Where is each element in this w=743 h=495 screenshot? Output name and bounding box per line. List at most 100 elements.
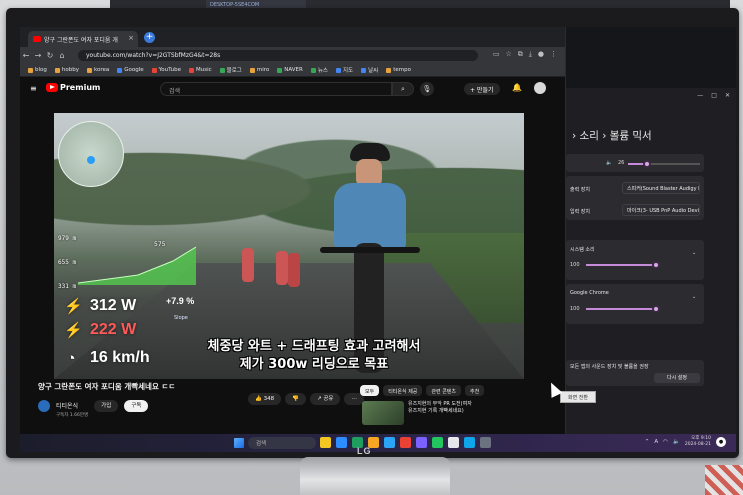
app-icon[interactable]: [432, 437, 443, 448]
bookmark-item[interactable]: YouTube: [151, 67, 181, 73]
chip-recommended[interactable]: 추천: [465, 385, 485, 396]
power-metric: ⚡ 312 W: [64, 297, 137, 315]
back-icon[interactable]: ←: [20, 51, 32, 60]
taskbar-search-input[interactable]: 검색: [248, 437, 316, 449]
tab-youtube[interactable]: 양구 그란폰도 여자 포디움 개 ×: [28, 31, 138, 47]
bookmark-item[interactable]: 블로그: [219, 66, 242, 74]
app-icon[interactable]: [448, 437, 459, 448]
chrome-icon[interactable]: [400, 437, 411, 448]
like-button[interactable]: 👍 348: [248, 393, 282, 405]
chevron-down-icon[interactable]: ⌄: [692, 250, 696, 256]
input-device-select[interactable]: 마이크(3- USB PnP Audio Device): [622, 204, 700, 216]
bookmark-item[interactable]: Music: [189, 67, 212, 73]
language-icon[interactable]: A: [654, 439, 658, 445]
notification-bell-icon[interactable]: 🔔: [512, 83, 522, 92]
cast-icon[interactable]: ▭: [493, 50, 500, 59]
reload-icon[interactable]: ↻: [44, 51, 56, 60]
microphone-icon[interactable]: 🎙: [420, 82, 434, 96]
video-player[interactable]: 979 m 655 m 331 m 575 ⚡ 312 W ⚡ 222 W ◔ …: [54, 113, 524, 379]
settings-icon[interactable]: [480, 437, 491, 448]
system-sounds-slider[interactable]: [586, 261, 660, 269]
app-icon[interactable]: [464, 437, 475, 448]
tooltip: 화면 전환: [560, 391, 596, 403]
slider-knob[interactable]: [652, 305, 660, 313]
bookmark-item[interactable]: 날씨: [361, 66, 378, 74]
speedometer-icon: ◔: [66, 349, 76, 367]
slider-knob[interactable]: [642, 160, 651, 168]
bookmark-item[interactable]: hobby: [54, 67, 79, 73]
youtube-logo[interactable]: Premium: [46, 83, 100, 92]
video-thumbnail[interactable]: [362, 401, 404, 425]
bookmark-item[interactable]: blog: [28, 67, 47, 73]
elevation-label: 979 m: [58, 235, 77, 242]
dislike-button[interactable]: 👎: [285, 393, 306, 405]
google-icon: [117, 67, 123, 73]
recommendation-chips: 모두 티티온식 제공 관련 콘텐츠 추천: [360, 385, 485, 396]
maximize-icon[interactable]: □: [711, 92, 717, 99]
start-button-icon[interactable]: [234, 438, 244, 448]
bookmark-item[interactable]: Google: [117, 67, 144, 73]
bookmark-item[interactable]: miro: [249, 67, 269, 73]
bookmark-item[interactable]: 지도: [335, 66, 353, 74]
profile-icon[interactable]: ●: [538, 50, 544, 59]
bookmarks-bar: blog hobby korea Google YouTube Music 블로…: [20, 64, 565, 77]
close-icon[interactable]: ✕: [725, 92, 730, 99]
channel-avatar[interactable]: [38, 399, 50, 412]
reset-button[interactable]: 다시 설정: [654, 373, 700, 383]
new-tab-button[interactable]: +: [144, 32, 155, 43]
search-button[interactable]: ⌕: [392, 82, 414, 96]
notification-icon[interactable]: ●: [716, 437, 726, 447]
star-icon[interactable]: ☆: [506, 50, 512, 59]
chip-all[interactable]: 모두: [360, 385, 380, 396]
channel-row: 티티온식 구독자 1.66만명 가입 구독: [38, 393, 149, 418]
app-icon[interactable]: [336, 437, 347, 448]
app-icon[interactable]: [320, 437, 331, 448]
forward-icon[interactable]: →: [32, 51, 44, 60]
chevron-up-icon[interactable]: ⌃: [645, 439, 650, 445]
home-icon[interactable]: ⌂: [56, 51, 68, 60]
search-input[interactable]: 검색: [160, 82, 392, 96]
master-volume-row: 🔈 26: [566, 154, 704, 172]
tab-bar: 양구 그란폰도 여자 포디움 개 × +: [20, 27, 565, 47]
menu-icon[interactable]: ⋮: [550, 50, 557, 59]
url-input[interactable]: youtube.com/watch?v=J2GTSbfMzG4&t=28s: [78, 50, 478, 61]
download-icon[interactable]: ⤓: [529, 50, 532, 59]
edge-icon[interactable]: [384, 437, 395, 448]
avatar[interactable]: [534, 82, 546, 94]
chip-channel[interactable]: 티티온식 제공: [383, 385, 423, 396]
folder-icon: [28, 67, 33, 73]
map-icon: [335, 67, 341, 73]
bookmark-item[interactable]: 뉴스: [310, 66, 328, 74]
close-tab-icon[interactable]: ×: [128, 34, 134, 42]
channel-name[interactable]: 티티온식: [56, 403, 78, 410]
bookmark-item[interactable]: NAVER: [277, 67, 303, 73]
chip-related[interactable]: 관련 콘텐츠: [426, 385, 461, 396]
route-map: [58, 121, 124, 187]
output-device-select[interactable]: 스피커(Sound Blaster Audigy Fx): [622, 182, 700, 194]
chrome-volume-slider[interactable]: [586, 305, 660, 313]
position-marker-icon: [87, 156, 95, 164]
bookmark-item[interactable]: tempo: [386, 67, 411, 73]
caption-line: 제가 300w 리딩으로 목표: [239, 357, 389, 372]
output-label: 출력 장치: [570, 187, 590, 193]
volume-mixer-window: — □ ✕ › 소리 › 볼륨 믹서 🔈 26 출력 장치 스피커(Sound …: [566, 88, 736, 436]
chevron-down-icon[interactable]: ⌄: [692, 294, 696, 300]
speed-metric: ◔ 16 km/h: [64, 349, 149, 367]
suggested-video[interactable]: 유즈지현의 부악 PR 도전(여자 유즈지현 기록 개빡세네요): [362, 401, 542, 427]
clock[interactable]: 오후 9:10 2024-08-21: [685, 436, 711, 448]
subscribe-button[interactable]: 구독: [124, 399, 149, 412]
lightning-icon: ⚡: [64, 322, 83, 339]
slider-knob[interactable]: [652, 261, 660, 269]
create-button[interactable]: + 만들기: [464, 83, 500, 95]
master-volume-slider[interactable]: [628, 160, 700, 168]
share-button[interactable]: ↗ 공유: [309, 393, 341, 405]
wifi-icon[interactable]: ◠: [663, 439, 668, 445]
bookmark-item[interactable]: korea: [86, 67, 109, 73]
volume-icon[interactable]: 🔈: [673, 439, 680, 445]
minimize-icon[interactable]: —: [697, 92, 703, 99]
chrome-volume-row: Google Chrome 100 ⌄: [566, 284, 704, 324]
join-button[interactable]: 가입: [94, 399, 119, 412]
hamburger-menu-icon[interactable]: ≡: [30, 84, 37, 93]
extensions-icon[interactable]: ⧉: [518, 50, 523, 59]
app-icon[interactable]: [416, 437, 427, 448]
